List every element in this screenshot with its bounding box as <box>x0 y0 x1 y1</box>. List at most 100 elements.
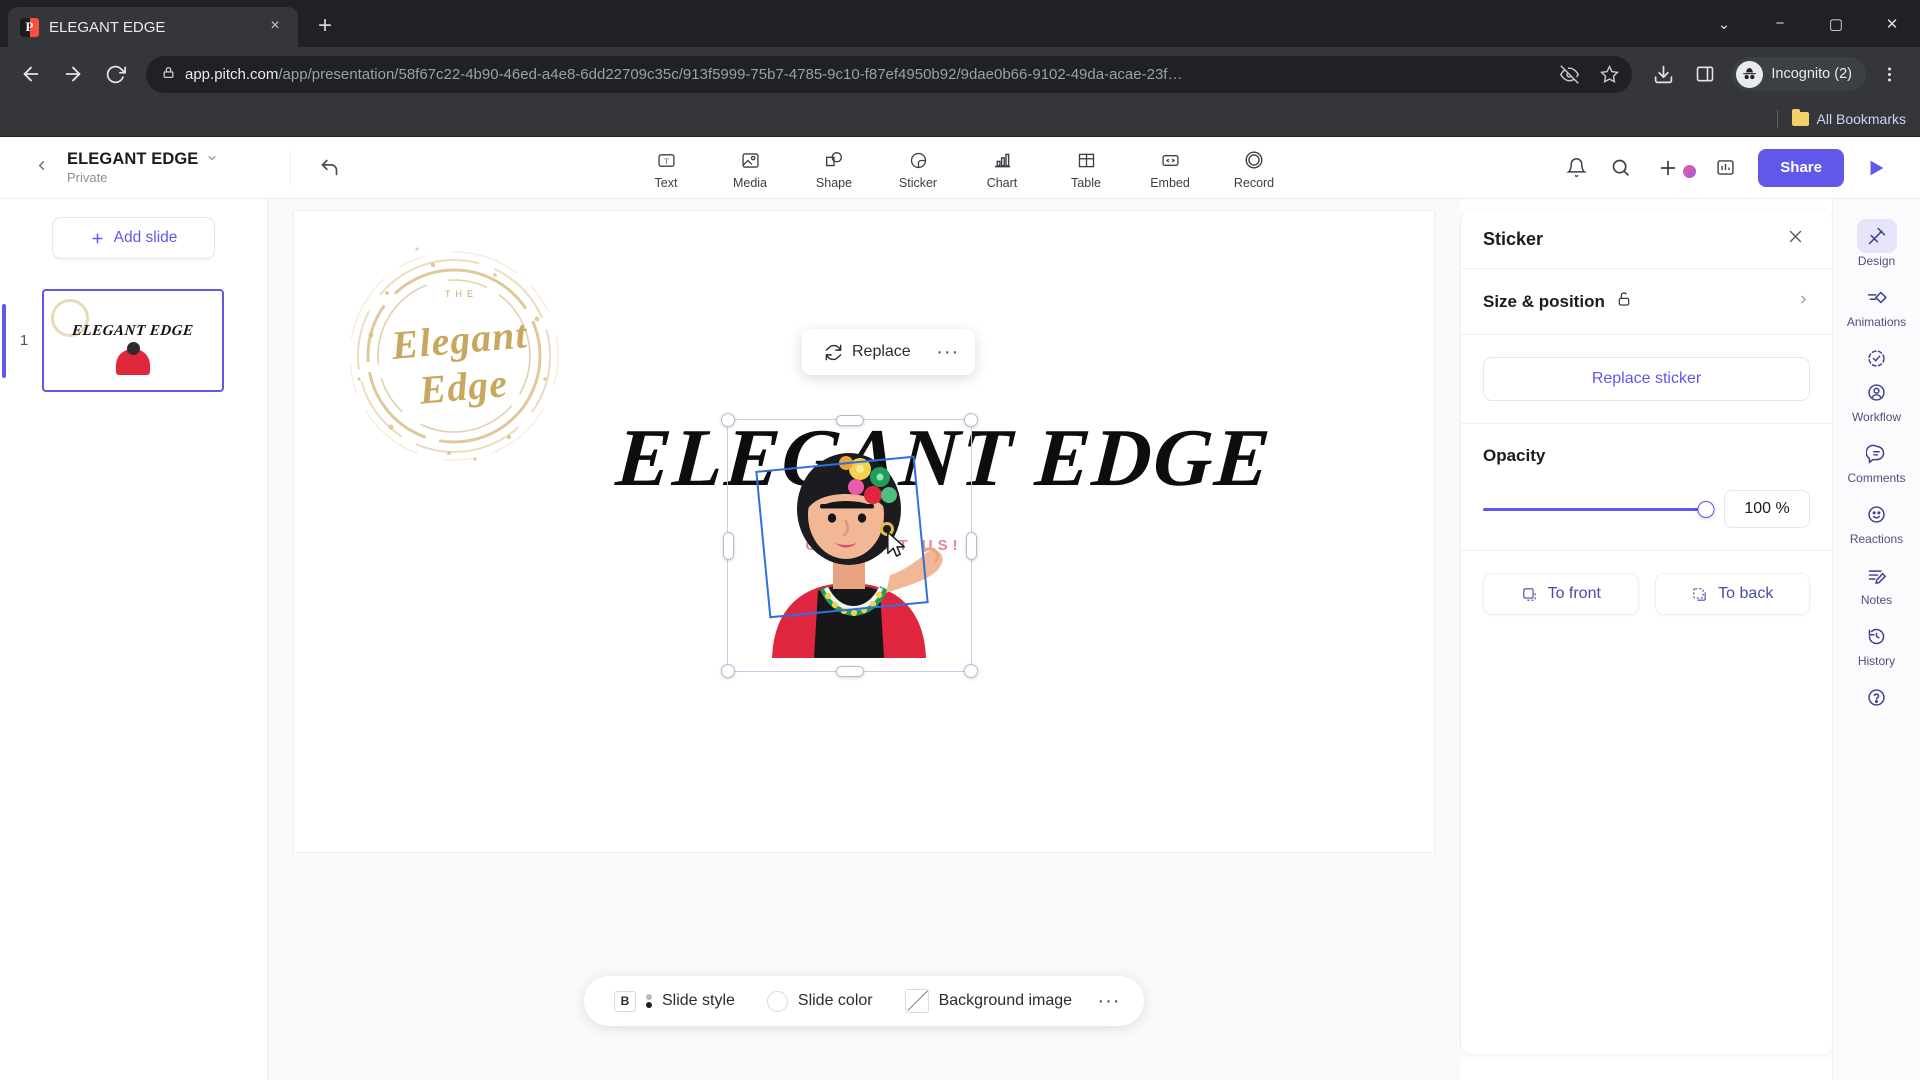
eye-slash-icon[interactable] <box>1554 59 1584 89</box>
rail-item-help[interactable] <box>1840 674 1914 719</box>
profile-incognito-chip[interactable]: Incognito (2) <box>1732 57 1866 91</box>
forward-button[interactable] <box>54 55 92 93</box>
analytics-icon[interactable] <box>1706 149 1744 187</box>
window-maximize-icon[interactable]: ▢ <box>1808 0 1864 47</box>
style-more-options-button[interactable]: ··· <box>1090 983 1128 1019</box>
window-minimize-icon[interactable]: − <box>1752 0 1808 47</box>
size-position-label: Size & position <box>1483 291 1605 311</box>
bar-chart-icon <box>992 147 1013 173</box>
star-icon[interactable] <box>1594 59 1624 89</box>
smiley-icon <box>1857 497 1897 531</box>
add-slide-label: Add slide <box>113 229 178 246</box>
send-to-back-icon <box>1693 587 1706 601</box>
tool-sticker[interactable]: Sticker <box>882 145 954 190</box>
tool-table[interactable]: Table <box>1050 145 1122 190</box>
pitch-app: ELEGANT EDGE Private T Text Media Shape … <box>0 137 1920 1080</box>
tab-close-icon[interactable]: × <box>264 16 286 38</box>
side-panel-icon[interactable] <box>1686 55 1724 93</box>
resize-handle-bottom-right[interactable] <box>964 664 978 678</box>
to-front-button[interactable]: To front <box>1483 573 1639 615</box>
refresh-arrows-icon <box>825 344 842 360</box>
resize-handle-middle-left[interactable] <box>722 531 734 560</box>
resize-handle-top-center[interactable] <box>835 414 864 426</box>
tool-media[interactable]: Media <box>714 145 786 190</box>
header-left: ELEGANT EDGE Private <box>0 150 290 185</box>
deck-visibility: Private <box>67 170 108 185</box>
search-icon[interactable] <box>1601 149 1639 187</box>
tool-chart[interactable]: Chart <box>966 145 1038 190</box>
present-button[interactable] <box>1856 148 1896 188</box>
opacity-value-input[interactable]: 100 % <box>1724 490 1810 528</box>
style-bullets-icon <box>645 994 652 1008</box>
resize-handle-middle-right[interactable] <box>965 531 977 560</box>
slide-list-item[interactable]: 1 ELEGANT EDGE <box>0 289 267 392</box>
tool-label: Text <box>654 176 678 190</box>
resize-handle-top-right[interactable] <box>964 413 978 427</box>
all-bookmarks-label[interactable]: All Bookmarks <box>1817 111 1906 127</box>
unlock-icon[interactable] <box>1616 291 1632 312</box>
resize-handle-bottom-center[interactable] <box>835 665 864 677</box>
undo-button[interactable] <box>309 148 349 188</box>
opacity-slider-knob[interactable] <box>1697 500 1715 518</box>
slide-number: 1 <box>19 332 29 349</box>
svg-text:T: T <box>664 156 669 165</box>
new-tab-button[interactable]: + <box>308 10 342 44</box>
browser-tab[interactable]: P ELEGANT EDGE × <box>8 7 298 47</box>
insert-tools: T Text Media Shape Sticker Chart Table E… <box>630 145 1290 190</box>
tool-shape[interactable]: Shape <box>798 145 870 190</box>
notifications-bell-icon[interactable] <box>1557 149 1595 187</box>
window-close-icon[interactable]: ✕ <box>1864 0 1920 47</box>
tool-record[interactable]: Record <box>1218 145 1290 190</box>
animation-icon <box>1857 280 1897 314</box>
download-icon[interactable] <box>1644 55 1682 93</box>
rail-item-animations[interactable]: Animations <box>1840 274 1914 333</box>
background-image-button[interactable]: Background image <box>891 982 1086 1020</box>
to-back-button[interactable]: To back <box>1654 573 1810 615</box>
sticker-more-options-button[interactable]: ··· <box>929 334 967 370</box>
window-expand-icon[interactable]: ⌄ <box>1696 0 1752 47</box>
back-to-workspace-icon[interactable] <box>26 153 57 183</box>
rail-label: Workflow <box>1851 410 1902 424</box>
slide-style-label: Slide style <box>661 992 735 1009</box>
thumbnail-title: ELEGANT EDGE <box>71 323 195 339</box>
chevron-down-icon[interactable] <box>206 152 218 167</box>
replace-button[interactable]: Replace <box>810 334 925 370</box>
record-circle-icon <box>1243 147 1265 173</box>
three-dot-menu-icon[interactable] <box>1870 55 1908 93</box>
notes-pencil-icon <box>1857 558 1897 592</box>
share-button[interactable]: Share <box>1758 148 1844 187</box>
rail-item-reactions[interactable]: Reactions <box>1840 491 1914 550</box>
resize-handle-top-left[interactable] <box>721 413 735 427</box>
tool-embed[interactable]: Embed <box>1134 145 1206 190</box>
rail-item-design[interactable]: Design <box>1840 213 1914 272</box>
rail-item-comments[interactable]: Comments <box>1840 430 1914 489</box>
resize-handle-bottom-left[interactable] <box>721 664 735 678</box>
rail-item-notes[interactable]: Notes <box>1840 552 1914 611</box>
rail-item-history[interactable]: History <box>1840 613 1914 672</box>
address-bar[interactable]: app.pitch.com/app/presentation/58f67c22-… <box>146 55 1633 93</box>
tool-text[interactable]: T Text <box>630 145 702 190</box>
replace-sticker-button[interactable]: Replace sticker <box>1483 357 1810 401</box>
close-x-icon[interactable] <box>1781 224 1810 255</box>
reload-button[interactable] <box>96 55 134 93</box>
rail-item-workflow[interactable]: Workflow <box>1840 335 1914 428</box>
url-host: app.pitch.com <box>185 65 279 83</box>
rail-label: Comments <box>1847 471 1906 485</box>
size-position-row[interactable]: Size & position <box>1483 291 1810 312</box>
opacity-section: Opacity 100 % <box>1461 424 1832 551</box>
add-plus-icon[interactable] <box>1649 149 1687 187</box>
back-button[interactable] <box>12 55 50 93</box>
slide-color-button[interactable]: Slide color <box>753 982 887 1020</box>
canvas-area: THE Elegant Edge ELEGANT EDGE CONTACT US… <box>268 199 1460 1080</box>
slide-thumbnail[interactable]: ELEGANT EDGE <box>42 289 224 392</box>
slide-style-button[interactable]: B Slide style <box>600 982 749 1020</box>
slide-canvas[interactable]: THE Elegant Edge ELEGANT EDGE CONTACT US… <box>294 211 1434 852</box>
sticker-context-toolbar: Replace ··· <box>802 329 975 375</box>
add-slide-button[interactable]: Add slide <box>52 217 215 259</box>
lock-icon <box>162 66 175 82</box>
opacity-row: 100 % <box>1483 490 1810 528</box>
opacity-slider[interactable] <box>1483 500 1715 518</box>
chevron-right-icon[interactable] <box>1797 293 1810 311</box>
properties-title: Sticker <box>1483 229 1544 249</box>
bookmarks-divider <box>1776 109 1778 128</box>
